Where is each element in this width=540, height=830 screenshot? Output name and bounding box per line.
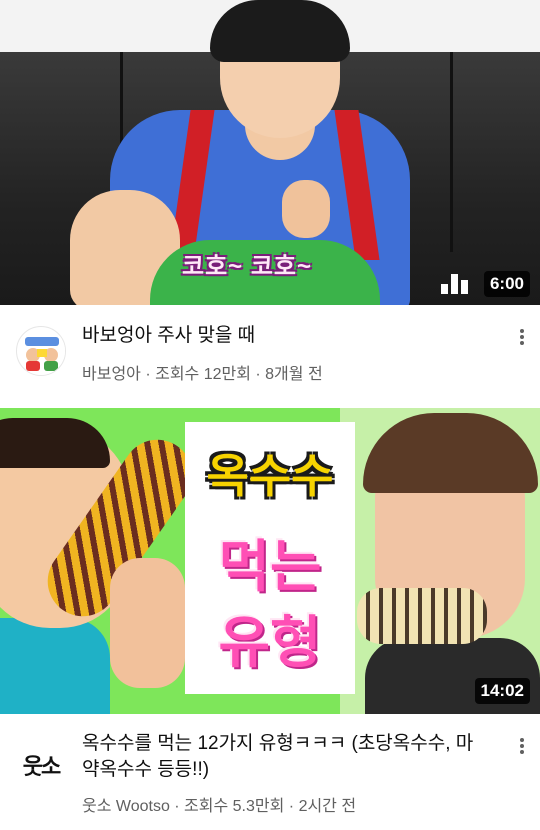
video-title[interactable]: 옥수수를 먹는 12가지 유형ㅋㅋㅋ (초당옥수수, 마약옥수수 등등!!) bbox=[82, 731, 484, 783]
channel-avatar-babo-icon bbox=[18, 328, 65, 375]
video-stats: 웃소 Wootso · 조회수 5.3만회 · 2시간 전 bbox=[82, 798, 357, 815]
corn-image-right bbox=[357, 588, 487, 644]
bars-icon bbox=[441, 274, 469, 294]
video-meta-2[interactable]: 웃소 옥수수를 먹는 12가지 유형ㅋㅋㅋ (초당옥수수, 마약옥수수 등등!!… bbox=[0, 714, 540, 830]
thumbnail-caption: 코호~ 코호~ bbox=[182, 253, 313, 280]
thumbnail-person-right bbox=[355, 408, 540, 714]
video-feed: 코호~ 코호~ 6:00 바보엉아 주사 맞을 때 바보엉아 · 조회수 12만… bbox=[0, 0, 540, 830]
video-stats: 바보엉아 · 조회수 12만회 · 8개월 전 bbox=[82, 366, 323, 383]
channel-avatar[interactable] bbox=[16, 326, 66, 376]
thumbnail-text-line-2: 먹는 bbox=[218, 535, 322, 598]
thumbnail-text-line-1: 옥수수 bbox=[206, 450, 334, 502]
thumbnail-title-card: 옥수수 먹는 유형 bbox=[185, 422, 355, 694]
video-title[interactable]: 바보엉아 주사 맞을 때 bbox=[82, 323, 484, 349]
duration-badge: 14:02 bbox=[474, 678, 530, 704]
video-meta-1[interactable]: 바보엉아 주사 맞을 때 바보엉아 · 조회수 12만회 · 8개월 전 bbox=[0, 305, 540, 408]
duration-badge: 6:00 bbox=[483, 271, 530, 297]
video-thumbnail-2[interactable]: 옥수수 먹는 유형 14:02 bbox=[0, 408, 540, 714]
video-thumbnail-1[interactable]: 코호~ 코호~ 6:00 bbox=[0, 0, 540, 305]
channel-avatar[interactable]: 웃소 bbox=[16, 740, 66, 790]
more-options-icon[interactable] bbox=[518, 736, 526, 758]
channel-avatar-text: 웃소 bbox=[22, 754, 62, 779]
more-options-icon[interactable] bbox=[518, 327, 526, 349]
thumbnail-text-line-3: 유형 bbox=[218, 611, 322, 674]
